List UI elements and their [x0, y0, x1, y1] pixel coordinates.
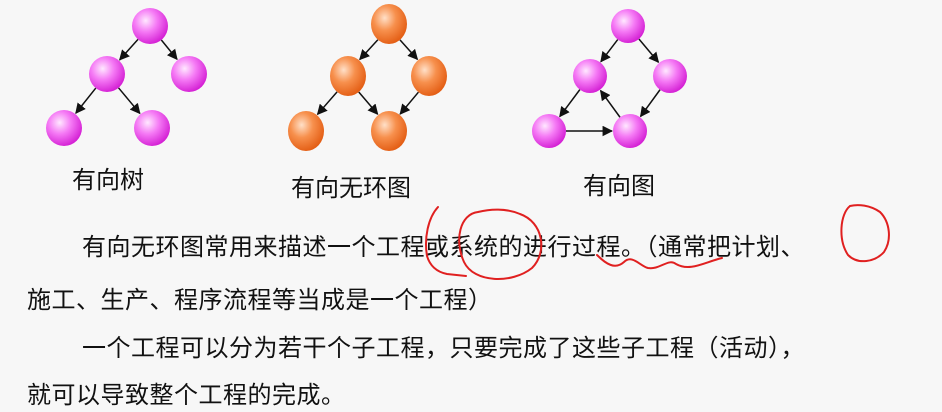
- caption-directed-graph: 有向图: [583, 172, 655, 200]
- graph-1-node-E: [134, 110, 170, 146]
- graph-1-edge-A-B: [118, 38, 139, 61]
- paragraph-line-2: 施工、生产、程序流程等当成是一个工程）: [27, 286, 493, 314]
- graph-2-node-D: [288, 111, 324, 151]
- graph-2-edge-C-E: [399, 91, 419, 115]
- graph-1-node-D: [46, 110, 82, 146]
- graph-3-node-E: [613, 114, 647, 148]
- caption-dag: 有向无环图: [291, 174, 411, 202]
- graph-3-node-C: [653, 59, 687, 93]
- graph-2-node-B: [330, 56, 366, 96]
- graph-2-edge-A-B: [359, 39, 379, 61]
- graph-2-node-E: [371, 111, 407, 151]
- graph-3-edge-C-E: [639, 89, 661, 118]
- paragraph-line-3: 一个工程可以分为若干个子工程，只要完成了这些子工程（活动），: [82, 334, 805, 362]
- graph-3-edge-B-D: [559, 89, 581, 118]
- graph-2-node-A: [371, 4, 407, 44]
- paragraph-line-4: 就可以导致整个工程的完成。: [27, 381, 346, 409]
- graph-2-edge-A-C: [399, 39, 419, 61]
- graph-3-edge-A-B: [600, 39, 619, 63]
- caption-directed-tree: 有向树: [72, 166, 144, 194]
- graph-1-edge-B-D: [75, 87, 97, 114]
- graph-1-node-B: [89, 56, 125, 92]
- graph-1-node-A: [132, 8, 168, 44]
- graph-3-edge-A-C: [638, 38, 660, 64]
- paragraph-line-1: 有向无环图常用来描述一个工程或系统的进行过程。（通常把计划、: [82, 233, 805, 261]
- graph-2-edge-B-E: [358, 91, 379, 115]
- graph-1-edge-B-E: [117, 87, 141, 115]
- graph-2-edge-B-D: [316, 91, 338, 116]
- graph-3-node-B: [573, 59, 607, 93]
- graph-1-node-C: [171, 56, 207, 92]
- graph-2-node-C: [411, 56, 447, 96]
- graph-3-node-D: [532, 114, 566, 148]
- graph-3-edge-E-B: [599, 89, 621, 118]
- graph-1-edge-A-C: [160, 39, 178, 61]
- graph-3-node-A: [611, 9, 645, 43]
